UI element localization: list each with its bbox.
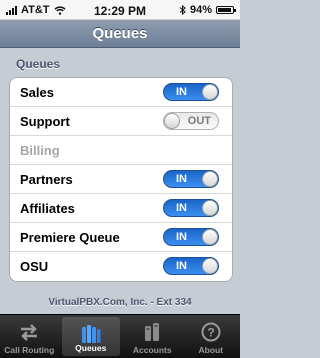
queue-toggle[interactable]: IN: [163, 83, 219, 101]
queue-name: Sales: [20, 85, 54, 100]
queue-name: Support: [20, 114, 70, 129]
toggle-label: OUT: [187, 115, 211, 127]
battery-icon: [216, 6, 236, 14]
svg-text:?: ?: [207, 326, 214, 340]
queue-row[interactable]: Sales IN: [10, 78, 232, 107]
queue-list[interactable]: Queues Sales IN Support OUT Billing Partners I…: [0, 48, 240, 292]
accounts-icon: [145, 323, 160, 341]
queue-group: Sales IN Support OUT Billing Partners IN Affili…: [9, 77, 233, 282]
queue-toggle[interactable]: OUT: [163, 112, 219, 130]
queue-row[interactable]: Partners IN: [10, 165, 232, 194]
queue-name: Billing: [20, 143, 60, 158]
queue-row[interactable]: Affiliates IN: [10, 194, 232, 223]
queue-row: Billing: [10, 136, 232, 165]
status-right: 94%: [179, 4, 236, 16]
queue-name: Partners: [20, 172, 73, 187]
queue-name: Premiere Queue: [20, 230, 120, 245]
help-icon: ?: [201, 322, 221, 342]
tab-accounts[interactable]: Accounts: [123, 315, 182, 358]
battery-percent: 94%: [189, 4, 212, 16]
tab-label: Call Routing: [4, 345, 55, 355]
queue-row[interactable]: Support OUT: [10, 107, 232, 136]
section-header: Queues: [16, 57, 61, 71]
toggle-knob: [202, 229, 218, 245]
queue-row[interactable]: Premiere Queue IN: [10, 223, 232, 252]
queue-toggle[interactable]: IN: [163, 199, 219, 217]
queue-name: Affiliates: [20, 201, 75, 216]
tab-queues[interactable]: Queues: [61, 317, 120, 356]
toggle-label: IN: [176, 202, 187, 214]
tab-about[interactable]: ? About: [182, 315, 241, 358]
tab-call-routing[interactable]: Call Routing: [0, 315, 59, 358]
queue-toggle[interactable]: IN: [163, 170, 219, 188]
arrows-icon: [21, 324, 38, 341]
page-title: Queues: [92, 25, 148, 42]
toggle-label: IN: [176, 86, 187, 98]
queue-toggle[interactable]: IN: [163, 257, 219, 275]
bluetooth-icon: [179, 5, 186, 15]
toggle-knob: [202, 258, 218, 274]
tab-label: About: [198, 345, 224, 355]
queues-icon: [81, 325, 101, 343]
navigation-bar: Queues: [0, 20, 240, 48]
toggle-knob: [202, 171, 218, 187]
footer-text: VirtualPBX.Com, Inc. - Ext 334: [0, 292, 240, 314]
tab-label: Queues: [75, 343, 107, 353]
toggle-label: IN: [176, 231, 187, 243]
queue-toggle[interactable]: IN: [163, 228, 219, 246]
queue-name: OSU: [20, 259, 49, 274]
toggle-label: IN: [176, 173, 187, 185]
status-bar: AT&T 12:29 PM 94%: [0, 0, 240, 20]
queue-row[interactable]: OSU IN: [10, 252, 232, 281]
toggle-label: IN: [176, 260, 187, 272]
toggle-knob: [202, 84, 218, 100]
toggle-knob: [202, 200, 218, 216]
tab-bar: Call Routing Queues Accounts ? About: [0, 314, 240, 358]
toggle-knob: [164, 113, 180, 129]
tab-label: Accounts: [132, 345, 172, 355]
